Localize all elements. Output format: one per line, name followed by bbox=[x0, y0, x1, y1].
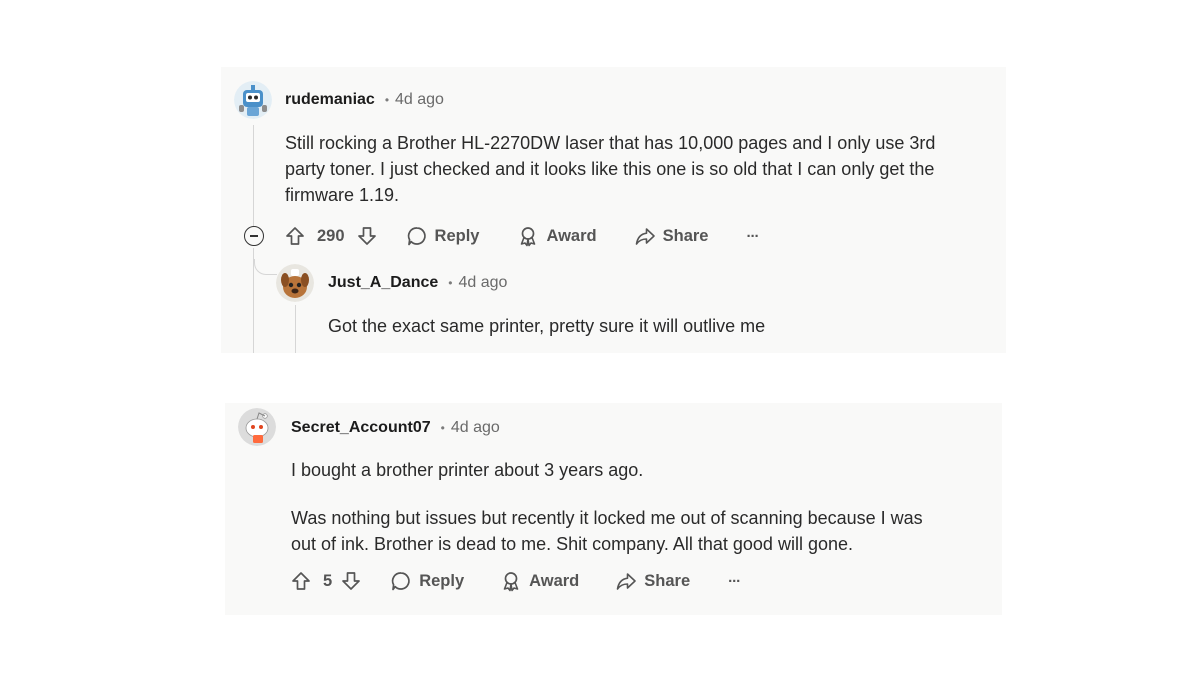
thread-line[interactable] bbox=[295, 305, 296, 353]
comment-meta: Secret_Account07 • 4d ago bbox=[291, 417, 500, 439]
user-avatar-dog[interactable] bbox=[276, 264, 314, 302]
arrow-down-icon bbox=[342, 572, 361, 590]
upvote-button[interactable] bbox=[284, 225, 306, 247]
share-arrow-icon bbox=[635, 228, 655, 245]
timestamp[interactable]: 4d ago bbox=[458, 274, 507, 292]
reply-label: Reply bbox=[434, 226, 480, 245]
share-arrow-icon bbox=[616, 573, 637, 590]
comment-actions: 5 Reply Award Share ··· bbox=[290, 567, 741, 595]
reply-connector bbox=[254, 259, 277, 275]
award-button[interactable]: Award bbox=[517, 225, 597, 247]
reply-meta: Just_A_Dance • 4d ago bbox=[328, 272, 507, 294]
share-button[interactable]: Share bbox=[634, 225, 709, 247]
vote-count: 5 bbox=[323, 571, 333, 590]
comment-text-line: Still rocking a Brother HL-2270DW laser … bbox=[285, 133, 936, 153]
comment-text-paragraph: I bought a brother printer about 3 years… bbox=[291, 460, 644, 480]
comment-text-line: party toner. I just checked and it looks… bbox=[285, 159, 935, 179]
thread-line[interactable] bbox=[253, 125, 254, 235]
comment-card: rudemaniac • 4d ago Still rocking a Brot… bbox=[221, 67, 1006, 353]
separator-dot: • bbox=[440, 421, 445, 435]
arrow-up-icon bbox=[292, 572, 310, 590]
user-avatar-robot[interactable] bbox=[234, 81, 272, 119]
comment-meta: rudemaniac • 4d ago bbox=[285, 89, 444, 111]
ribbon-award-icon bbox=[503, 572, 519, 592]
more-dots-icon: ··· bbox=[728, 572, 741, 590]
share-label: Share bbox=[662, 226, 709, 245]
reply-body: Got the exact same printer, pretty sure … bbox=[328, 313, 765, 339]
collapse-thread-button[interactable] bbox=[244, 226, 264, 246]
username[interactable]: Just_A_Dance bbox=[328, 274, 438, 292]
more-dots-icon: ··· bbox=[746, 227, 759, 245]
award-button[interactable]: Award bbox=[500, 570, 579, 592]
comment-text-line: firmware 1.19. bbox=[285, 185, 400, 205]
downvote-button[interactable] bbox=[340, 570, 362, 592]
downvote-button[interactable] bbox=[356, 225, 378, 247]
share-button[interactable]: Share bbox=[615, 570, 690, 592]
comment-card: Secret_Account07 • 4d ago I bought a bro… bbox=[225, 403, 1002, 615]
ribbon-award-icon bbox=[521, 227, 536, 247]
minus-circle-icon bbox=[250, 235, 258, 237]
award-label: Award bbox=[546, 226, 597, 245]
comment-body: I bought a brother printer about 3 years… bbox=[291, 457, 643, 483]
comment-text-line: Was nothing but issues but recently it l… bbox=[291, 508, 923, 528]
comment-body: Still rocking a Brother HL-2270DW laser … bbox=[285, 130, 935, 208]
comment-body: Was nothing but issues but recently it l… bbox=[291, 505, 923, 557]
arrow-up-icon bbox=[286, 227, 304, 245]
more-options-button[interactable]: ··· bbox=[746, 227, 759, 245]
user-avatar-snoo[interactable] bbox=[238, 408, 276, 446]
separator-dot: • bbox=[448, 276, 453, 290]
arrow-down-icon bbox=[357, 227, 376, 245]
comment-actions: 290 Reply Award Share ··· bbox=[284, 222, 759, 250]
share-label: Share bbox=[644, 571, 691, 590]
reply-text: Got the exact same printer, pretty sure … bbox=[328, 316, 766, 336]
more-options-button[interactable]: ··· bbox=[728, 572, 741, 590]
upvote-button[interactable] bbox=[290, 570, 312, 592]
username[interactable]: Secret_Account07 bbox=[291, 419, 431, 437]
award-label: Award bbox=[529, 571, 580, 590]
reply-label: Reply bbox=[419, 571, 465, 590]
speech-bubble-icon bbox=[391, 572, 410, 591]
vote-count: 290 bbox=[317, 226, 345, 245]
timestamp[interactable]: 4d ago bbox=[395, 91, 444, 109]
username[interactable]: rudemaniac bbox=[285, 91, 375, 109]
timestamp[interactable]: 4d ago bbox=[451, 419, 500, 437]
comment-text-line: out of ink. Brother is dead to me. Shit … bbox=[291, 534, 853, 554]
speech-bubble-icon bbox=[407, 227, 426, 246]
reply-button[interactable]: Reply bbox=[390, 570, 464, 592]
separator-dot: • bbox=[384, 93, 390, 107]
reply-button[interactable]: Reply bbox=[406, 225, 480, 247]
